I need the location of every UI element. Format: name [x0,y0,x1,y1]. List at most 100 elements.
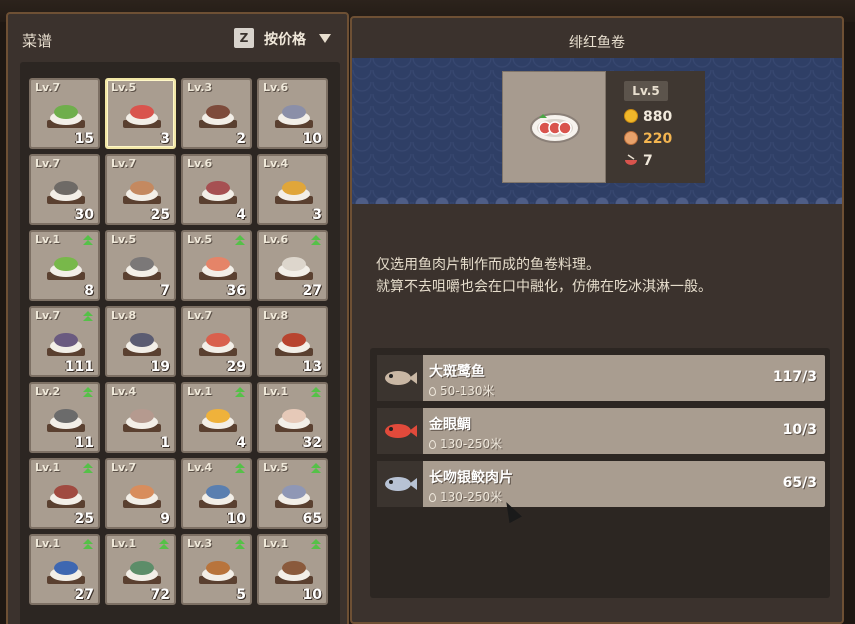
ingredient-depth: 130-250米 [429,488,502,505]
recipe-tile[interactable]: Lv.4 3 [257,154,328,225]
recipe-count: 3 [312,207,322,223]
fish-roll-plate-icon [117,96,167,136]
recipe-count: 19 [150,359,170,375]
green-rolls-plate-icon [41,248,91,288]
recipe-count: 30 [74,207,94,223]
flower-platter-icon [269,400,319,440]
recipe-grid[interactable]: Lv.7 15 Lv.5 3 Lv.3 2 Lv.6 10 Lv.7 30 Lv.7 25 Lv.6 4 L… [20,62,340,624]
recipe-level: Lv.8 [263,309,289,322]
recipe-count: 25 [150,207,170,223]
recipe-count: 10 [226,511,246,527]
recipe-count: 2 [236,131,246,147]
grey-fish-sushi-icon [117,248,167,288]
recipe-count: 1 [160,435,170,451]
upgrade-arrow-icon [82,463,94,475]
recipe-tile[interactable]: Lv.1 10 [257,534,328,605]
recipe-tile[interactable]: Lv.1 8 [29,230,100,301]
green-board-sushi-icon [41,400,91,440]
ingredient-row[interactable]: 金眼鲷 130-250米 10/3 [377,408,825,454]
dark-fish-sushi-icon [41,172,91,212]
recipe-tile[interactable]: Lv.7 30 [29,154,100,225]
recipe-stats: Lv.5 880 220 7 [606,71,705,183]
recipe-level: Lv.3 [187,81,213,94]
recipe-level: Lv.5 [111,233,137,246]
recipe-tile[interactable]: Lv.3 2 [181,78,252,149]
recipe-level: Lv.3 [187,537,213,550]
purple-silver-sushi-icon [269,476,319,516]
recipe-count: 27 [302,283,322,299]
red-fish-icon [377,408,423,454]
recipe-tile[interactable]: Lv.2 11 [29,382,100,453]
caret-down-icon[interactable] [319,34,331,43]
ingredient-count: 65/3 [782,475,817,491]
recipe-tile[interactable]: Lv.1 4 [181,382,252,453]
recipe-tile[interactable]: Lv.5 3 [105,78,176,149]
recipe-tile[interactable]: Lv.1 32 [257,382,328,453]
ingredient-name: 金眼鲷 [429,417,471,433]
recipe-tile[interactable]: Lv.7 25 [105,154,176,225]
recipe-tile[interactable]: Lv.6 4 [181,154,252,225]
recipe-tile[interactable]: Lv.1 25 [29,458,100,529]
ingredient-row[interactable]: 长吻银鲛肉片 130-250米 65/3 [377,461,825,507]
recipe-tile[interactable]: Lv.1 27 [29,534,100,605]
recipe-count: 3 [160,131,170,147]
recipe-count: 65 [302,511,322,527]
upgrade-arrow-icon [234,387,246,399]
recipe-description: 仅选用鱼肉片制作而成的鱼卷料理。 就算不去咀嚼也会在口中融化，仿佛在吃冰淇淋一般… [376,254,712,298]
upgrade-arrow-icon [234,235,246,247]
recipe-image [502,71,606,183]
sort-hotkey-badge[interactable]: Z [234,28,254,48]
ingredient-depth-text: 130-250米 [440,490,503,504]
ingredient-row[interactable]: 大斑鹭鱼 50-130米 117/3 [377,355,825,401]
recipe-level: Lv.7 [187,309,213,322]
recipe-tile[interactable]: Lv.6 10 [257,78,328,149]
upgrade-arrow-icon [82,387,94,399]
recipe-tile[interactable]: Lv.8 19 [105,306,176,377]
ingredient-list: 大斑鹭鱼 50-130米 117/3 金眼鲷 130-250米 10/3 长吻银鲛肉片 130… [370,348,830,598]
purple-fish-sushi-icon [117,324,167,364]
coin-icon [624,109,638,123]
recipe-level: Lv.6 [187,157,213,170]
recipe-tile[interactable]: Lv.7 9 [105,458,176,529]
recipe-tile[interactable]: Lv.4 1 [105,382,176,453]
recipe-tile[interactable]: Lv.1 72 [105,534,176,605]
recipe-banner: Lv.5 880 220 7 [352,58,842,204]
recipe-tile[interactable]: Lv.6 27 [257,230,328,301]
sort-dropdown-label[interactable]: 按价格 [264,29,306,49]
green-vegetables-bowl-icon [41,96,91,136]
recipe-count: 36 [226,283,246,299]
description-line-2: 就算不去咀嚼也会在口中融化，仿佛在吃冰淇淋一般。 [376,279,712,295]
recipe-tile[interactable]: Lv.8 13 [257,306,328,377]
recipe-level: Lv.1 [263,537,289,550]
recipe-tile[interactable]: Lv.7 15 [29,78,100,149]
recipe-count: 4 [236,435,246,451]
recipe-level: Lv.7 [35,157,61,170]
description-line-1: 仅选用鱼肉片制作而成的鱼卷料理。 [376,257,600,273]
recipe-tile[interactable]: Lv.5 36 [181,230,252,301]
recipe-level: Lv.1 [187,385,213,398]
brown-fish-sushi-icon [269,552,319,592]
portion-stat: 7 [624,153,653,169]
likability-stat: 220 [624,131,672,147]
salmon-sushi-icon [193,248,243,288]
recipe-count: 8 [84,283,94,299]
price-stat: 880 [624,109,672,125]
recipe-level: Lv.5 [263,461,289,474]
bowl-icon [624,153,638,167]
ingredient-name: 长吻银鲛肉片 [429,470,513,486]
recipe-tile[interactable]: Lv.7 29 [181,306,252,377]
recipe-tile[interactable]: Lv.7 111 [29,306,100,377]
recipe-tile[interactable]: Lv.5 7 [105,230,176,301]
recipe-count: 10 [302,131,322,147]
recipe-level: Lv.1 [263,385,289,398]
blue-fish-sushi-icon [41,552,91,592]
recipe-tile[interactable]: Lv.3 5 [181,534,252,605]
recipe-level: Lv.5 [187,233,213,246]
recipe-level: Lv.7 [35,81,61,94]
shrimp-sushi-icon [117,476,167,516]
recipe-tile[interactable]: Lv.4 10 [181,458,252,529]
likability-value: 220 [643,131,673,147]
recipe-count: 9 [160,511,170,527]
recipe-tile[interactable]: Lv.5 65 [257,458,328,529]
upgrade-arrow-icon [82,539,94,551]
